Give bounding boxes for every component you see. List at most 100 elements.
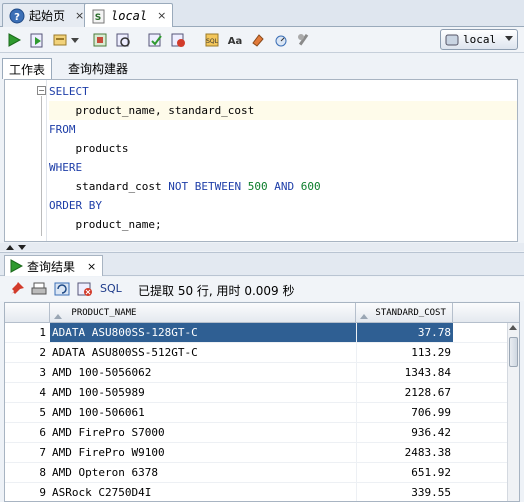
cell-product-name[interactable]: AMD Opteron 6378 bbox=[50, 463, 356, 482]
sql-link[interactable]: SQL bbox=[100, 282, 122, 295]
cell-product-name[interactable]: AMD 100-506061 bbox=[50, 403, 356, 422]
sql-keyword: SELECT bbox=[49, 85, 89, 98]
cell-standard-cost[interactable]: 651.92 bbox=[356, 463, 453, 482]
wrench-icon[interactable] bbox=[294, 30, 314, 50]
cell-standard-cost[interactable]: 936.42 bbox=[356, 423, 453, 442]
code-line-5: WHERE bbox=[49, 158, 517, 177]
commit-icon[interactable] bbox=[145, 30, 165, 50]
table-row[interactable]: 2 ADATA ASU800SS-512GT-C 113.29 bbox=[5, 343, 509, 363]
result-toolbar: SQL 已提取 50 行, 用时 0.009 秒 bbox=[0, 277, 524, 301]
svg-text:Aa: Aa bbox=[228, 36, 243, 47]
tab-query-builder[interactable]: 查询构建器 bbox=[62, 58, 134, 79]
row-number: 9 bbox=[39, 486, 46, 499]
to-upper-lower-icon[interactable]: Aa bbox=[225, 30, 245, 50]
tab-query-result[interactable]: 查询结果 × bbox=[4, 255, 104, 276]
sql-tuning-icon[interactable] bbox=[113, 30, 133, 50]
cell-product-name[interactable]: ADATA ASU800SS-128GT-C bbox=[50, 323, 356, 342]
cell-standard-cost[interactable]: 339.55 bbox=[356, 483, 453, 501]
grid-rows: 1 ADATA ASU800SS-128GT-C 37.78 2 ADATA A… bbox=[5, 323, 509, 501]
result-tab-bar: 查询结果 × bbox=[0, 252, 524, 276]
cell-product-name[interactable]: ADATA ASU800SS-512GT-C bbox=[50, 343, 356, 362]
explain-plan-icon[interactable] bbox=[90, 30, 110, 50]
table-row[interactable]: 9 ASRock C2750D4I 339.55 bbox=[5, 483, 509, 501]
cell-standard-cost[interactable]: 113.29 bbox=[356, 343, 453, 362]
code-text: products bbox=[49, 142, 129, 155]
refresh-icon[interactable] bbox=[54, 281, 70, 300]
run-script-icon[interactable] bbox=[27, 30, 47, 50]
row-number: 1 bbox=[39, 326, 46, 339]
sql-keyword: WHERE bbox=[49, 161, 83, 174]
tab-start-page[interactable]: ? 起始页 × bbox=[2, 3, 92, 27]
fold-collapse-icon[interactable]: − bbox=[37, 86, 46, 95]
cancel-query-icon[interactable] bbox=[77, 281, 93, 300]
column-sort-icon bbox=[54, 309, 62, 319]
scroll-up-icon[interactable] bbox=[509, 325, 517, 330]
cell-standard-cost[interactable]: 706.99 bbox=[356, 403, 453, 422]
code-text: product_name, standard_cost bbox=[49, 104, 255, 117]
cell-standard-cost[interactable]: 37.78 bbox=[356, 323, 453, 342]
table-row[interactable]: 6 AMD FirePro S7000 936.42 bbox=[5, 423, 509, 443]
table-row[interactable]: 7 AMD FirePro W9100 2483.38 bbox=[5, 443, 509, 463]
splitter-arrows-icon[interactable] bbox=[4, 243, 34, 251]
close-icon[interactable]: × bbox=[87, 260, 96, 273]
cell-product-name[interactable]: ASRock C2750D4I bbox=[50, 483, 356, 501]
database-icon bbox=[445, 33, 459, 47]
worksheet-toolbar: SQL Aa local bbox=[0, 27, 524, 53]
row-number: 8 bbox=[39, 466, 46, 479]
tab-local-worksheet[interactable]: S local × bbox=[84, 3, 174, 27]
sql-history-icon[interactable]: SQL bbox=[202, 30, 222, 50]
rollback-icon[interactable] bbox=[168, 30, 188, 50]
row-number: 6 bbox=[39, 426, 46, 439]
cell-product-name[interactable]: AMD FirePro S7000 bbox=[50, 423, 356, 442]
table-row[interactable]: 4 AMD 100-505989 2128.67 bbox=[5, 383, 509, 403]
svg-text:SQL: SQL bbox=[206, 38, 219, 45]
result-grid[interactable]: PRODUCT_NAME STANDARD_COST 1 ADATA ASU80… bbox=[4, 302, 520, 502]
close-icon[interactable]: × bbox=[75, 9, 84, 22]
table-row[interactable]: 5 AMD 100-506061 706.99 bbox=[5, 403, 509, 423]
row-number: 3 bbox=[39, 366, 46, 379]
svg-text:?: ? bbox=[14, 12, 20, 23]
row-number: 2 bbox=[39, 346, 46, 359]
sql-keyword: ORDER BY bbox=[49, 199, 102, 212]
chevron-down-icon bbox=[505, 36, 513, 41]
scrollbar-thumb[interactable] bbox=[509, 337, 518, 367]
table-row[interactable]: 3 AMD 100-5056062 1343.84 bbox=[5, 363, 509, 383]
document-tab-bar: ? 起始页 × S local × bbox=[0, 0, 524, 27]
autotrace-icon[interactable] bbox=[50, 30, 70, 50]
table-row[interactable]: 8 AMD Opteron 6378 651.92 bbox=[5, 463, 509, 483]
tab-local-label: local bbox=[111, 8, 148, 23]
column-header-label: PRODUCT_NAME bbox=[71, 308, 137, 318]
code-line-3: FROM bbox=[49, 120, 517, 139]
code-line-4: products bbox=[49, 139, 517, 158]
code-line-1: SELECT bbox=[49, 82, 517, 101]
run-statement-icon[interactable] bbox=[4, 30, 24, 50]
chevron-down-icon[interactable] bbox=[70, 30, 80, 50]
code-text: product_name; bbox=[49, 218, 162, 231]
tab-worksheet[interactable]: 工作表 bbox=[2, 58, 53, 79]
close-icon[interactable]: × bbox=[157, 9, 166, 22]
row-number: 5 bbox=[39, 406, 46, 419]
cell-product-name[interactable]: AMD 100-5056062 bbox=[50, 363, 356, 382]
worksheet-mode-tabs: 工作表 查询构建器 bbox=[0, 55, 524, 79]
cell-standard-cost[interactable]: 1343.84 bbox=[356, 363, 453, 382]
monitor-session-icon[interactable] bbox=[271, 30, 291, 50]
vertical-scrollbar[interactable] bbox=[507, 323, 519, 501]
cell-product-name[interactable]: AMD FirePro W9100 bbox=[50, 443, 356, 462]
table-row[interactable]: 1 ADATA ASU800SS-128GT-C 37.78 bbox=[5, 323, 509, 343]
cell-standard-cost[interactable]: 2483.38 bbox=[356, 443, 453, 462]
sql-editor[interactable]: − SELECT product_name, standard_cost FRO… bbox=[4, 79, 518, 242]
connection-select[interactable]: local bbox=[440, 29, 518, 50]
print-icon[interactable] bbox=[31, 281, 47, 300]
panel-splitter[interactable] bbox=[0, 243, 524, 251]
sql-worksheet-icon: S bbox=[91, 8, 107, 24]
column-header-standard-cost[interactable]: STANDARD_COST bbox=[356, 303, 453, 323]
row-number: 4 bbox=[39, 386, 46, 399]
cell-standard-cost[interactable]: 2128.67 bbox=[356, 383, 453, 402]
pin-icon[interactable] bbox=[9, 281, 25, 300]
code-line-6: standard_cost NOT BETWEEN 500 AND 600 bbox=[49, 177, 517, 196]
cell-product-name[interactable]: AMD 100-505989 bbox=[50, 383, 356, 402]
grid-header: PRODUCT_NAME STANDARD_COST bbox=[5, 303, 519, 323]
connection-select-value: local bbox=[463, 33, 497, 46]
column-header-product-name[interactable]: PRODUCT_NAME bbox=[50, 303, 356, 323]
eraser-icon[interactable] bbox=[248, 30, 268, 50]
